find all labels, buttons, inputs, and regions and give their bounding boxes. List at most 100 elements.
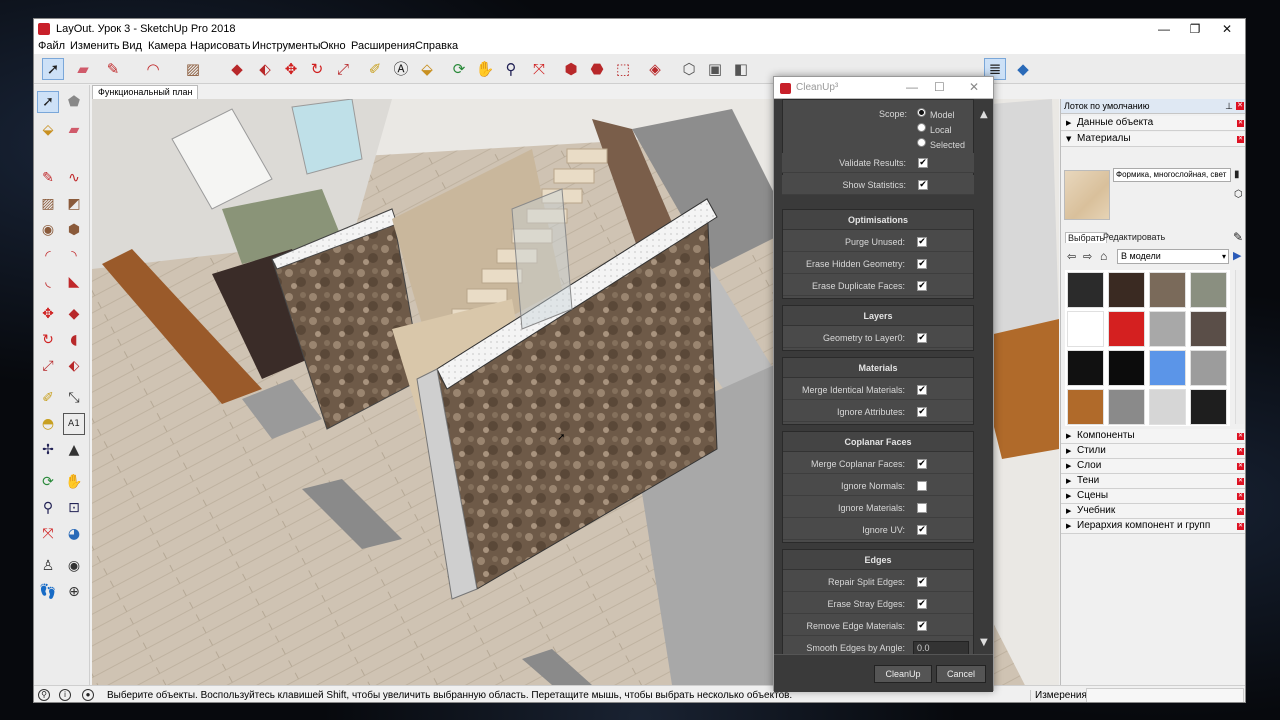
cleanup-button[interactable]: CleanUp	[874, 665, 932, 683]
circle-tool-icon[interactable]: ◉	[37, 219, 59, 241]
dialog-close-button[interactable]: ✕	[969, 80, 979, 94]
option-checkbox[interactable]	[917, 481, 927, 491]
section-close-icon[interactable]: ✕	[1237, 433, 1244, 440]
scale-tool-icon[interactable]: ⤢	[332, 58, 354, 80]
zoom-extents-icon[interactable]: ⤧	[528, 58, 550, 80]
menu-extensions[interactable]: Расширения	[351, 40, 415, 52]
details-arrow-icon[interactable]: ▶	[1233, 249, 1241, 262]
axes-tool-icon[interactable]: ✢	[37, 439, 59, 461]
ruby-console-icon[interactable]: ◈	[644, 58, 666, 80]
dialog-scrollbar[interactable]: ▲ ▼	[978, 99, 992, 654]
dimension-tool-icon[interactable]: ⤡	[63, 387, 85, 409]
smooth-angle-input[interactable]: 0.0	[913, 641, 969, 654]
protractor-icon[interactable]: ◓	[37, 413, 59, 435]
material-swatch[interactable]	[1190, 389, 1227, 425]
material-swatch[interactable]	[1067, 350, 1104, 386]
material-swatch[interactable]	[1190, 350, 1227, 386]
move-tool-icon[interactable]: ✥	[280, 58, 302, 80]
material-swatch[interactable]	[1108, 350, 1145, 386]
restore-button[interactable]: ❐	[1180, 21, 1210, 37]
extension-warehouse-icon[interactable]: ⬣	[586, 58, 608, 80]
material-swatch[interactable]	[1149, 272, 1186, 308]
arc-tool-icon[interactable]: ◠	[142, 58, 164, 80]
material-name-field[interactable]: Формика, многослойная, свет	[1113, 168, 1231, 182]
push-pull-tool-icon[interactable]: ◆	[63, 303, 85, 325]
material-swatch[interactable]	[1108, 272, 1145, 308]
orbit-tool-icon[interactable]: ⟳	[448, 58, 470, 80]
section-scenes[interactable]: ▶ Сцены ✕	[1061, 489, 1245, 504]
show-statistics-checkbox[interactable]: ✔	[918, 180, 928, 190]
scroll-down-icon[interactable]: ▼	[980, 637, 988, 648]
section-close-icon[interactable]: ✕	[1237, 493, 1244, 500]
warehouse-icon[interactable]: ⬢	[560, 58, 582, 80]
text-tool-icon[interactable]: A1	[63, 413, 85, 435]
previous-view-icon[interactable]: ◕	[63, 523, 85, 545]
rotated-rectangle-icon[interactable]: ◩	[63, 193, 85, 215]
paint-bucket-icon[interactable]: ⬙	[37, 119, 59, 141]
eraser-tool-icon[interactable]: ▰	[63, 119, 85, 141]
offset-tool-icon[interactable]: ⬖	[63, 355, 85, 377]
menu-draw[interactable]: Нарисовать	[190, 40, 250, 52]
section-close-icon[interactable]: ✕	[1237, 120, 1244, 127]
option-checkbox[interactable]: ✔	[917, 237, 927, 247]
section-materials[interactable]: ▼ Материалы ✕	[1061, 132, 1245, 147]
section-close-icon[interactable]: ✕	[1237, 463, 1244, 470]
material-swatch[interactable]	[1108, 311, 1145, 347]
section-styles[interactable]: ▶ Стили ✕	[1061, 444, 1245, 459]
section-close-icon[interactable]: ✕	[1237, 478, 1244, 485]
tab-edit[interactable]: Редактировать	[1103, 232, 1165, 242]
rotate-tool-icon[interactable]: ↻	[37, 329, 59, 351]
material-swatch[interactable]	[1149, 389, 1186, 425]
rectangle-tool-icon[interactable]: ▨	[182, 58, 204, 80]
option-checkbox[interactable]: ✔	[917, 407, 927, 417]
swatches-scrollbar[interactable]	[1235, 270, 1244, 424]
menu-file[interactable]: Файл	[38, 40, 65, 52]
look-around-icon[interactable]: ◉	[63, 555, 85, 577]
eyedropper-icon[interactable]: ✎	[1233, 230, 1243, 244]
select-tool-icon[interactable]: ➚	[42, 58, 64, 80]
section-close-icon[interactable]: ✕	[1237, 523, 1244, 530]
back-arrow-icon[interactable]: ⇦	[1067, 250, 1076, 263]
section-layers[interactable]: ▶ Слои ✕	[1061, 459, 1245, 474]
scale-tool-icon[interactable]: ⤢	[37, 355, 59, 377]
line-tool-icon[interactable]: ✎	[102, 58, 124, 80]
option-checkbox[interactable]	[917, 503, 927, 513]
menu-camera[interactable]: Камера	[148, 40, 186, 52]
zoom-extents-icon[interactable]: ⤧	[37, 523, 59, 545]
scroll-up-icon[interactable]: ▲	[980, 109, 988, 120]
orbit-tool-icon[interactable]: ⟳	[37, 471, 59, 493]
section-close-icon[interactable]: ✕	[1237, 136, 1244, 143]
section-outliner[interactable]: ▶ Иерархия компонент и групп ✕	[1061, 519, 1245, 534]
top-view-icon[interactable]: ▣	[704, 58, 726, 80]
tape-measure-icon[interactable]: ✐	[364, 58, 386, 80]
credits-icon[interactable]: i	[59, 689, 71, 701]
measurements-input[interactable]	[1086, 688, 1244, 702]
option-checkbox[interactable]: ✔	[917, 577, 927, 587]
scene-tab-functional-plan[interactable]: Функциональный план	[92, 85, 199, 99]
display-secondary-icon[interactable]: ▮	[1234, 169, 1240, 180]
option-checkbox[interactable]: ✔	[917, 525, 927, 535]
material-swatch[interactable]	[1067, 272, 1104, 308]
home-icon[interactable]: ⌂	[1100, 249, 1107, 263]
material-swatch[interactable]	[1190, 272, 1227, 308]
zoom-window-icon[interactable]: ⊡	[63, 497, 85, 519]
menu-edit[interactable]: Изменить	[70, 40, 120, 52]
rectangle-tool-icon[interactable]: ▨	[37, 193, 59, 215]
minimize-button[interactable]: —	[1149, 21, 1179, 37]
section-instructor[interactable]: ▶ Учебник ✕	[1061, 504, 1245, 519]
text-tool-icon[interactable]: Ⓐ	[390, 58, 412, 80]
option-checkbox[interactable]: ✔	[917, 333, 927, 343]
menu-window[interactable]: Окно	[320, 40, 346, 52]
tray-close-icon[interactable]: ✕	[1236, 102, 1244, 110]
select-tool-icon[interactable]: ➚	[37, 91, 59, 113]
section-shadows[interactable]: ▶ Тени ✕	[1061, 474, 1245, 489]
option-checkbox[interactable]: ✔	[917, 385, 927, 395]
zoom-tool-icon[interactable]: ⚲	[500, 58, 522, 80]
freehand-tool-icon[interactable]: ∿	[63, 167, 85, 189]
section-components[interactable]: ▶ Компоненты ✕	[1061, 429, 1245, 444]
scope-local-radio[interactable]	[917, 123, 926, 132]
arc-tool-icon[interactable]: ◜	[37, 245, 59, 267]
walk-tool-icon[interactable]: 👣	[37, 581, 59, 603]
line-tool-icon[interactable]: ✎	[37, 167, 59, 189]
pan-tool-icon[interactable]: ✋	[63, 471, 85, 493]
